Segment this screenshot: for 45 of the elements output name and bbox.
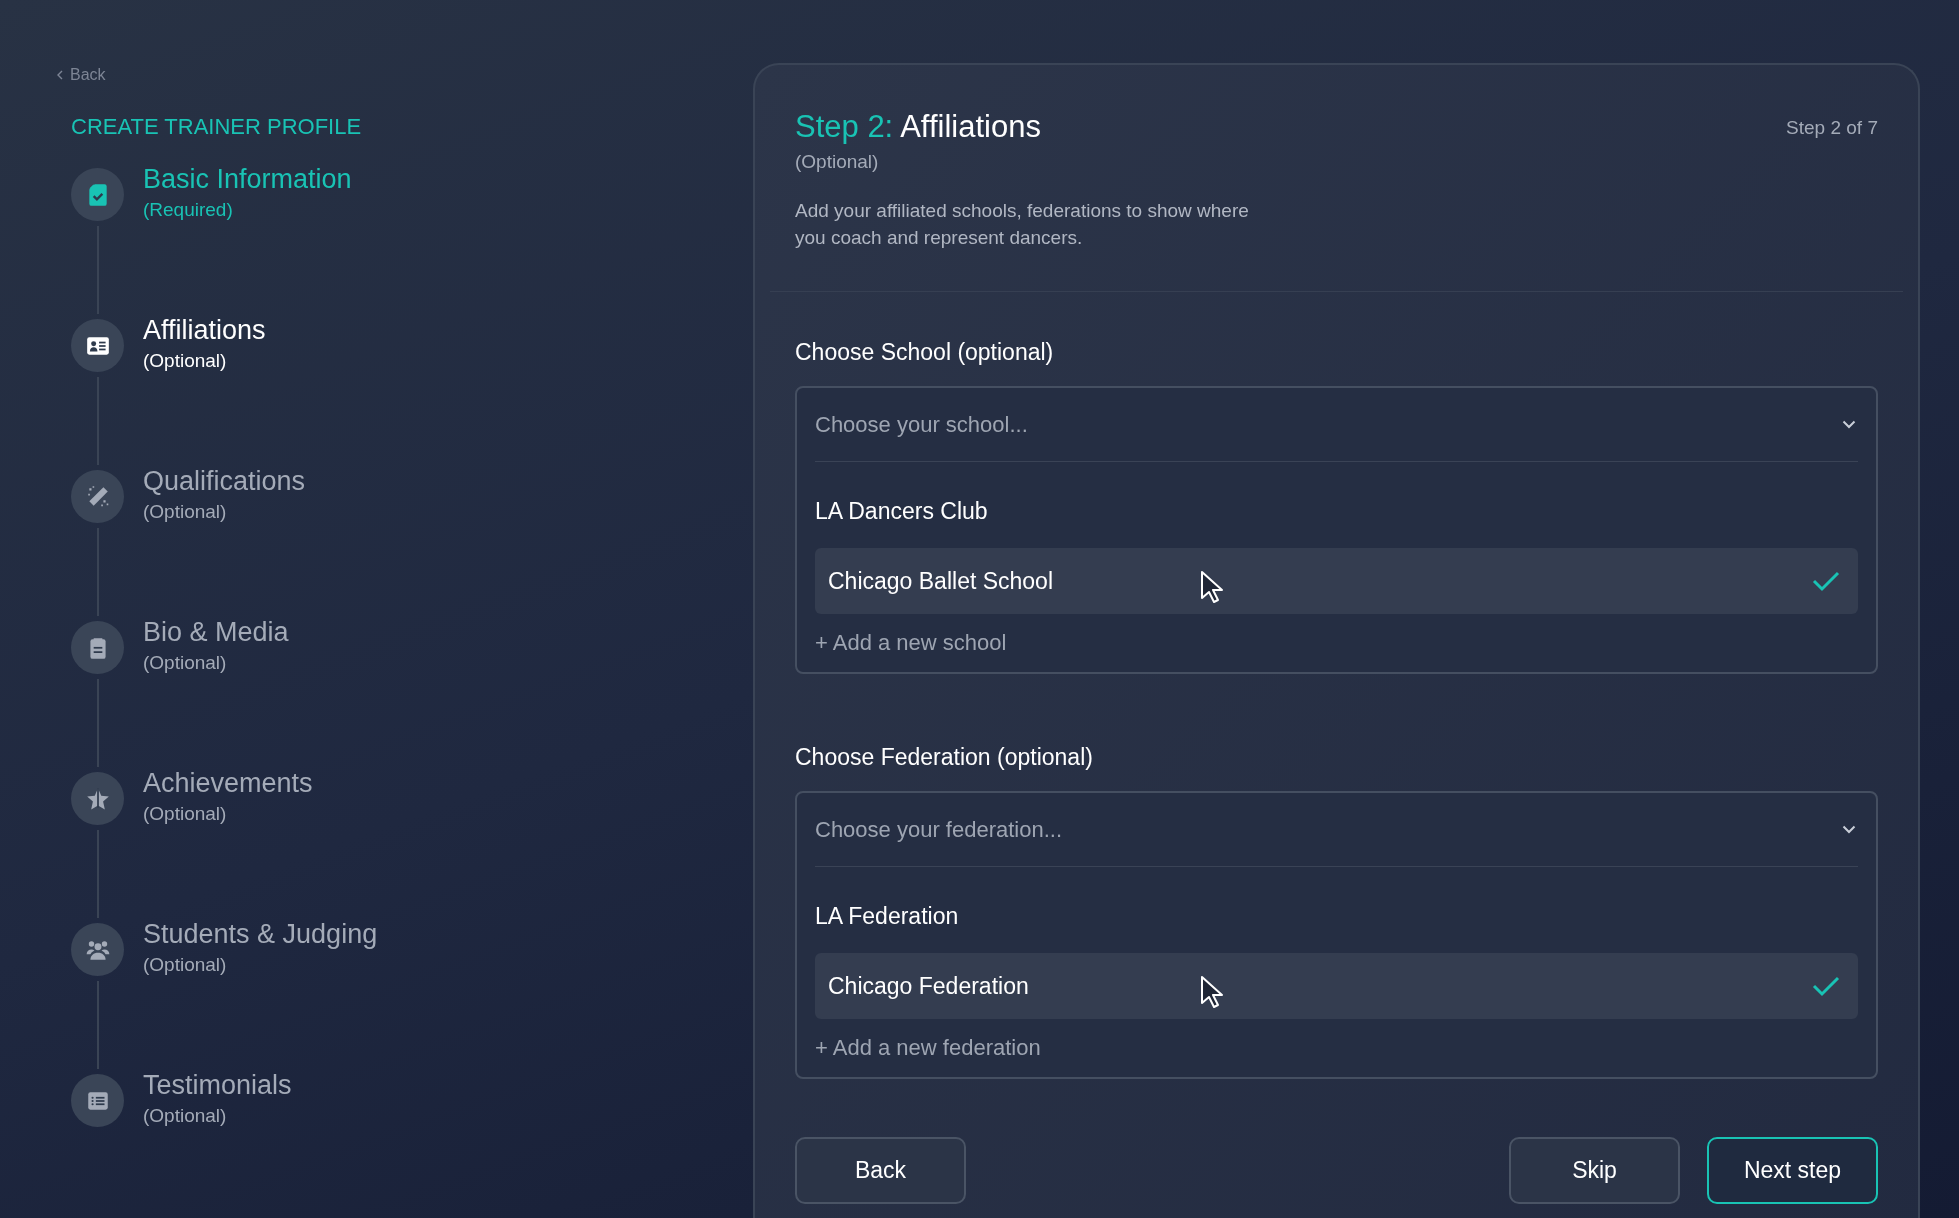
dropdown-option[interactable]: Chicago Ballet School — [815, 548, 1858, 614]
step-subtitle: (Optional) — [795, 151, 880, 173]
next-step-button[interactable]: Next step — [1707, 1137, 1878, 1204]
dropdown-option[interactable]: Chicago Federation — [815, 953, 1858, 1019]
check-icon — [1812, 975, 1840, 997]
step-title[interactable]: Qualifications — [143, 466, 306, 497]
step-title[interactable]: Basic Information — [143, 164, 352, 195]
chevron-down-icon — [1842, 825, 1856, 834]
step-icon[interactable] — [71, 621, 124, 674]
chevron-down-icon — [1842, 420, 1856, 429]
step-icon[interactable] — [71, 470, 124, 523]
step-title[interactable]: Students & Judging — [143, 919, 378, 950]
dropdown-option[interactable]: LA Dancers Club — [815, 478, 1858, 544]
step-subtitle: (Optional) — [143, 1105, 228, 1127]
step-title[interactable]: Testimonials — [143, 1070, 292, 1101]
step-title[interactable]: Achievements — [143, 768, 313, 799]
step-title[interactable]: Affiliations — [143, 315, 266, 346]
field-label: Choose Federation (optional) — [795, 744, 1094, 771]
step-icon[interactable] — [71, 168, 124, 221]
field-label: Choose School (optional) — [795, 339, 1055, 366]
step-heading: Step 2: Affiliations — [795, 109, 1041, 145]
step-subtitle: (Required) — [143, 199, 234, 221]
step-subtitle: (Optional) — [143, 501, 228, 523]
add-new-link[interactable]: + Add a new federation — [815, 1035, 1858, 1061]
step-subtitle: (Optional) — [143, 954, 228, 976]
add-new-link[interactable]: + Add a new school — [815, 630, 1858, 656]
step-icon[interactable] — [71, 1074, 124, 1127]
step-icon[interactable] — [71, 772, 124, 825]
step-icon[interactable] — [71, 319, 124, 372]
chevron-left-icon — [57, 70, 63, 80]
sidebar-title: CREATE TRAINER PROFILE — [71, 114, 363, 140]
step-title[interactable]: Bio & Media — [143, 617, 289, 648]
step-counter: Step 2 of 7 — [1786, 117, 1878, 139]
step-subtitle: (Optional) — [143, 350, 228, 372]
skip-button[interactable]: Skip — [1509, 1137, 1680, 1204]
dropdown-option[interactable]: LA Federation — [815, 883, 1858, 949]
description: Add your affiliated schools, federations to show where you coach and represent dancers. — [795, 199, 1250, 250]
back-button[interactable]: Back — [795, 1137, 966, 1204]
back-link[interactable]: Back — [57, 66, 106, 84]
step-icon[interactable] — [71, 923, 124, 976]
check-icon — [1812, 570, 1840, 592]
step-subtitle: (Optional) — [143, 803, 228, 825]
dropdown-field[interactable]: Choose your federation... — [815, 793, 1858, 867]
step-subtitle: (Optional) — [143, 652, 228, 674]
dropdown-field[interactable]: Choose your school... — [815, 388, 1858, 462]
